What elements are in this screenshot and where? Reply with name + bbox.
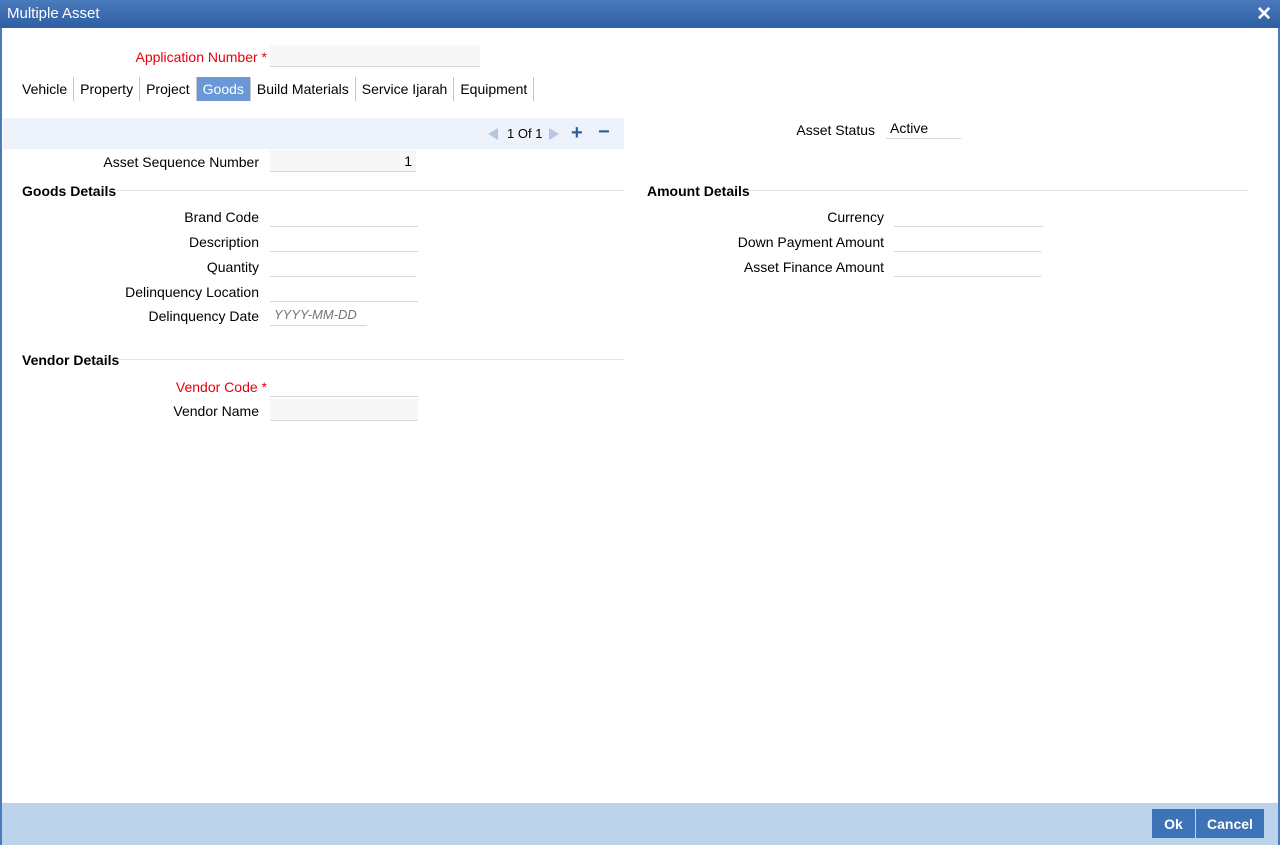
vendor-details-divider [114,359,624,360]
quantity-label: Quantity [206,259,259,275]
down-payment-input[interactable] [894,230,1041,252]
previous-record-icon[interactable] [488,128,498,140]
asset-sequence-label: Asset Sequence Number [103,154,259,170]
record-total: 1 [535,126,543,141]
required-mark: * [261,379,267,395]
application-number-label-text: Application Number [135,49,258,65]
tab-property[interactable]: Property [74,77,141,101]
delinquency-location-input[interactable] [270,280,418,302]
record-current: 1 [507,126,515,141]
currency-label: Currency [827,209,884,225]
vendor-code-label: Vendor Code * [176,379,267,395]
description-label: Description [188,234,259,250]
goods-details-divider [110,190,624,191]
quantity-input[interactable] [270,255,416,277]
asset-finance-label: Asset Finance Amount [743,259,884,275]
tab-equipment[interactable]: Equipment [454,77,535,101]
remove-record-icon[interactable]: − [598,121,610,144]
application-number-label: Application Number * [135,49,267,65]
application-number-input[interactable] [270,45,480,67]
record-counter: 1 Of 1 [507,126,542,141]
delinquency-date-input[interactable] [270,304,367,326]
tab-project[interactable]: Project [140,77,197,101]
goods-details-heading: Goods Details [22,183,117,199]
amount-details-divider [745,190,1248,191]
vendor-code-input[interactable] [270,375,418,397]
asset-status-label: Asset Status [796,122,875,138]
tab-vehicle[interactable]: Vehicle [16,77,75,101]
footer-bar [2,803,1278,845]
vendor-details-heading: Vendor Details [22,352,120,368]
record-of-label: Of [517,126,532,141]
asset-sequence-input[interactable] [270,150,416,172]
currency-input[interactable] [894,205,1043,227]
add-record-icon[interactable]: + [571,122,583,145]
delinquency-date-label: Delinquency Date [148,308,259,324]
description-input[interactable] [270,230,418,252]
close-icon[interactable]: ✕ [1256,3,1272,26]
ok-button[interactable]: Ok [1152,809,1195,838]
asset-finance-input[interactable] [894,255,1041,277]
vendor-name-input[interactable] [270,399,418,421]
vendor-name-label: Vendor Name [173,403,259,419]
tab-service-ijarah[interactable]: Service Ijarah [356,77,455,101]
asset-type-tabs: Vehicle Property Project Goods Build Mat… [16,77,535,101]
vendor-code-label-text: Vendor Code [175,379,258,395]
next-record-icon[interactable] [549,128,559,140]
asset-status-field[interactable] [886,117,961,139]
down-payment-label: Down Payment Amount [737,234,884,250]
required-mark: * [261,49,267,65]
window-border-left [0,28,2,845]
tab-goods[interactable]: Goods [196,77,251,101]
cancel-button[interactable]: Cancel [1196,809,1264,838]
brand-code-label: Brand Code [184,209,259,225]
window-title: Multiple Asset [7,5,100,22]
delinquency-location-label: Delinquency Location [125,284,259,300]
tab-build-materials[interactable]: Build Materials [251,77,356,101]
title-bar: Multiple Asset ✕ [0,0,1280,28]
brand-code-input[interactable] [270,205,418,227]
amount-details-heading: Amount Details [647,183,750,199]
